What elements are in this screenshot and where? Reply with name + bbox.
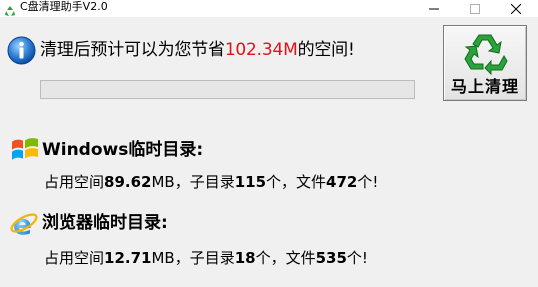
stats-text: 个，文件 [255,249,316,267]
windows-logo-icon [10,134,40,162]
windows-temp-title: Windows临时目录: [42,140,204,160]
windows-files-value: 472 [326,173,358,191]
clean-now-label: 马上清理 [450,77,519,96]
stats-text: 个! [346,249,368,267]
stats-text: 个! [357,173,379,191]
window-title: C盘清理助手V2.0 [20,0,108,13]
estimate-prefix: 清理后预计可以为您节省 [40,40,225,60]
stats-text: MB，子目录 [151,249,235,267]
browser-space-value: 12.71 [104,249,152,267]
browser-temp-title: 浏览器临时目录: [42,213,168,233]
browser-temp-stats: 占用空间12.71MB，子目录18个，文件535个! [44,248,368,268]
minimize-button[interactable] [414,0,454,17]
windows-subdirs-value: 115 [234,173,267,191]
windows-space-value: 89.62 [104,173,152,191]
estimate-suffix: 的空间! [297,40,355,60]
stats-text: 占用空间 [44,173,105,191]
title-bar: C盘清理助手V2.0 [0,0,538,17]
close-icon [511,3,521,14]
estimate-amount: 102.34M [224,40,298,60]
internet-explorer-icon: e [9,208,39,241]
maximize-icon [470,3,480,14]
close-button[interactable] [496,0,536,17]
stats-text: 个，文件 [266,173,327,191]
browser-files-value: 535 [315,249,347,267]
minimize-icon [429,8,439,9]
windows-temp-stats: 占用空间89.62MB，子目录115个，文件472个! [44,172,378,192]
estimate-message: 清理后预计可以为您节省102.34M的空间! [40,39,355,61]
stats-text: 占用空间 [44,249,105,267]
clean-now-button[interactable]: 马上清理 [443,25,527,101]
stats-text: MB，子目录 [151,173,235,191]
browser-subdirs-value: 18 [234,249,256,267]
info-icon [7,36,36,65]
maximize-button[interactable] [455,0,495,17]
app-recycle-icon [4,2,16,17]
recycle-icon [461,31,509,76]
progress-bar [40,80,415,99]
